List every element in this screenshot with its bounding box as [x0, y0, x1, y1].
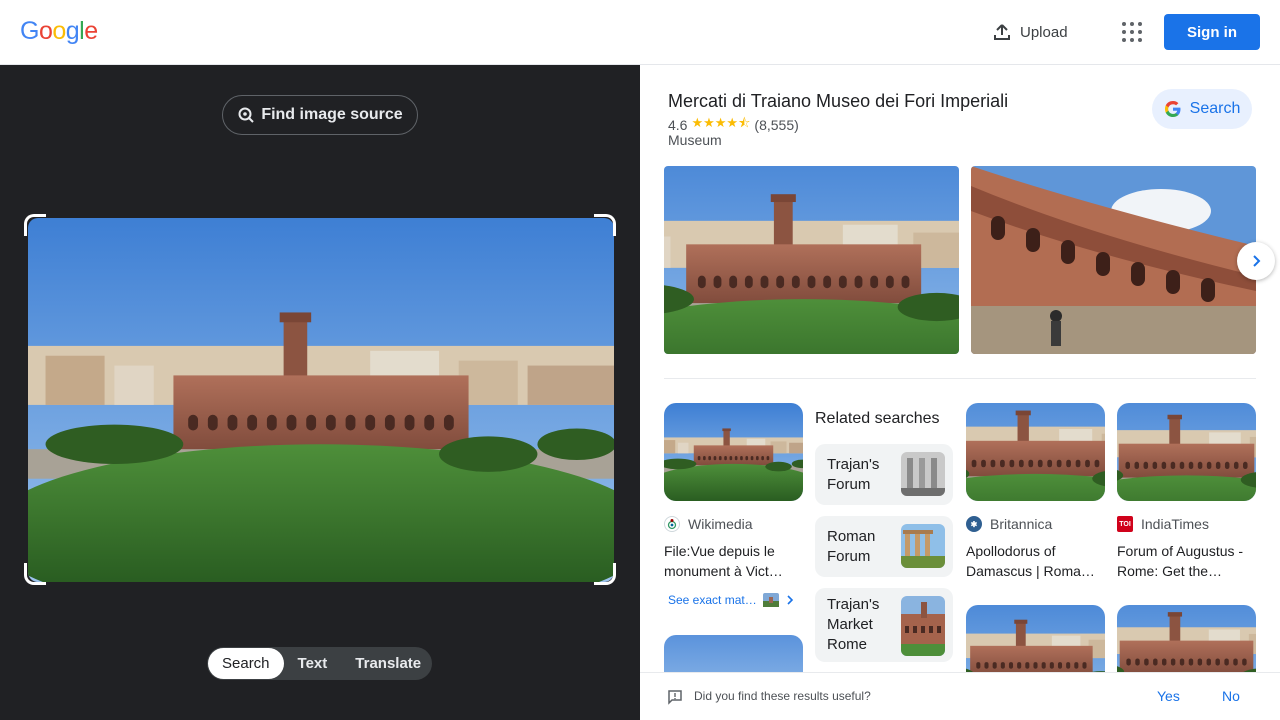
- result-thumbnail: [664, 403, 803, 501]
- lens-search-icon: [238, 107, 255, 123]
- result-source: Wikimedia: [664, 515, 804, 533]
- see-exact-matches-label: See exact mat…: [668, 593, 757, 607]
- review-count: (8,555): [754, 117, 799, 133]
- source-name: IndiaTimes: [1141, 516, 1209, 532]
- feedback-yes-button[interactable]: Yes: [1157, 688, 1180, 704]
- upload-label: Upload: [1020, 23, 1068, 41]
- logo-letter: e: [84, 17, 98, 45]
- source-name: Wikimedia: [688, 516, 753, 532]
- google-logo[interactable]: Google: [20, 17, 98, 46]
- related-search-label: Trajan's Market Rome: [827, 596, 880, 653]
- visual-match-card[interactable]: TOI IndiaTimes Forum of Augustus - Rome:…: [1117, 403, 1257, 581]
- crop-handle-top-right[interactable]: [594, 214, 616, 236]
- britannica-icon: ✱: [966, 516, 982, 532]
- related-search-label: Trajan's Forum: [827, 455, 880, 493]
- place-category: Museum: [668, 132, 722, 148]
- google-g-icon: [1164, 101, 1181, 117]
- find-image-source-label: Find image source: [261, 106, 403, 123]
- feedback-no-button[interactable]: No: [1222, 688, 1240, 704]
- crop-handle-top-left[interactable]: [24, 214, 46, 236]
- rating-value: 4.6: [668, 117, 688, 133]
- result-thumbnail: [1117, 403, 1256, 501]
- related-search-chip[interactable]: Trajan's Forum: [815, 444, 953, 505]
- result-source: TOI IndiaTimes: [1117, 515, 1257, 533]
- thumbnail-icon: [762, 593, 779, 607]
- feedback-bar: Did you find these results useful? Yes N…: [640, 672, 1280, 720]
- crop-handle-bottom-right[interactable]: [594, 563, 616, 585]
- see-exact-matches-link[interactable]: See exact mat…: [668, 593, 795, 607]
- visual-match-card[interactable]: Wikimedia File:Vue depuis le monument à …: [664, 403, 804, 581]
- place-title[interactable]: Mercati di Traiano Museo dei Fori Imperi…: [668, 91, 1008, 112]
- carousel-next-button[interactable]: [1237, 242, 1275, 280]
- related-search-thumbnail: [901, 524, 945, 568]
- logo-letter: o: [38, 17, 53, 45]
- feedback-icon: [668, 690, 682, 705]
- top-bar: Google Upload Sign in: [0, 0, 1280, 65]
- related-search-thumbnail: [901, 596, 945, 656]
- result-title: Forum of Augustus - Rome: Get the…: [1117, 543, 1244, 579]
- related-search-label: Roman Forum: [827, 527, 876, 565]
- find-image-source-button[interactable]: Find image source: [222, 95, 418, 135]
- result-title: File:Vue depuis le monument à Vict…: [664, 543, 783, 579]
- logo-letter: g: [65, 17, 80, 45]
- result-title: Apollodorus of Damascus | Roma…: [966, 543, 1095, 579]
- place-photo[interactable]: [971, 166, 1256, 354]
- apps-grid-icon[interactable]: [1121, 21, 1143, 43]
- source-name: Britannica: [990, 516, 1053, 532]
- mode-search[interactable]: Search: [208, 648, 284, 679]
- section-divider: [664, 378, 1256, 379]
- upload-button[interactable]: Upload: [992, 20, 1068, 44]
- mode-text[interactable]: Text: [284, 648, 342, 679]
- result-thumbnail: [966, 403, 1105, 501]
- related-search-chip[interactable]: Trajan's Market Rome: [815, 588, 953, 662]
- place-photo[interactable]: [664, 166, 959, 354]
- logo-letter: G: [20, 17, 39, 45]
- chevron-right-icon: [787, 595, 793, 605]
- results-pane: Mercati di Traiano Museo dei Fori Imperi…: [640, 65, 1280, 720]
- related-search-chip[interactable]: Roman Forum: [815, 516, 953, 577]
- upload-icon: [994, 24, 1010, 40]
- mode-switcher: Search Text Translate: [207, 647, 432, 680]
- feedback-question: Did you find these results useful?: [694, 689, 871, 703]
- related-searches-heading: Related searches: [815, 410, 940, 427]
- indiatimes-icon: TOI: [1117, 516, 1133, 532]
- google-search-label: Search: [1189, 100, 1241, 117]
- google-search-button[interactable]: Search: [1152, 89, 1252, 129]
- wikimedia-icon: [664, 516, 680, 532]
- logo-letter: o: [52, 17, 66, 45]
- visual-match-card[interactable]: ✱ Britannica Apollodorus of Damascus | R…: [966, 403, 1106, 581]
- chevron-right-icon: [1253, 255, 1261, 267]
- mode-translate[interactable]: Translate: [341, 648, 435, 679]
- related-search-thumbnail: [901, 452, 945, 496]
- result-source: ✱ Britannica: [966, 515, 1106, 533]
- crop-handle-bottom-left[interactable]: [24, 563, 46, 585]
- uploaded-image[interactable]: [28, 218, 614, 582]
- sign-in-button[interactable]: Sign in: [1164, 14, 1260, 50]
- image-preview-pane: Find image source Search Text Translate: [0, 65, 640, 720]
